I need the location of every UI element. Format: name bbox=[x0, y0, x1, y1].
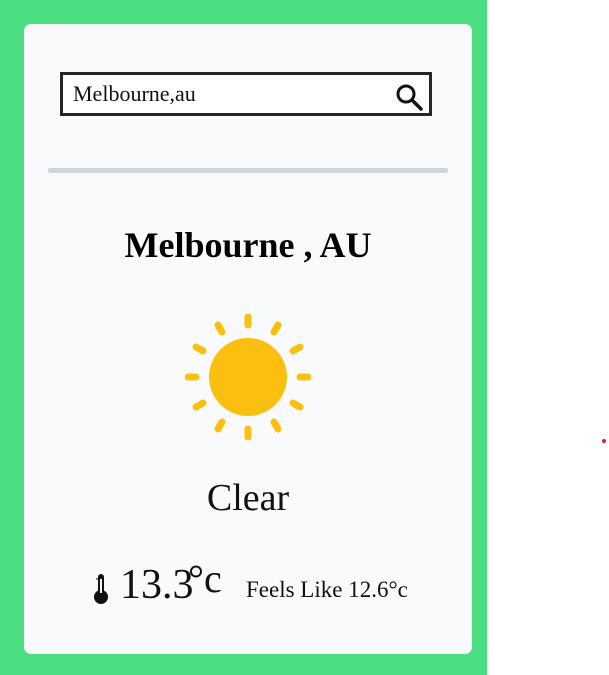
search-icon[interactable] bbox=[395, 83, 423, 111]
temperature-unit: °c bbox=[188, 556, 222, 601]
feels-like: Feels Like 12.6°c bbox=[246, 577, 408, 602]
search-bar bbox=[60, 72, 432, 116]
thermometer-icon bbox=[94, 574, 108, 604]
red-dot bbox=[602, 439, 606, 443]
temperature-value: 13.3 bbox=[120, 562, 194, 608]
app-background: Melbourne , AU Clear bbox=[0, 0, 487, 675]
temperature-row: 13.3 °c Feels Like 12.6°c bbox=[24, 556, 472, 619]
divider bbox=[48, 168, 448, 173]
search-input[interactable] bbox=[73, 75, 383, 113]
weather-card: Melbourne , AU Clear bbox=[24, 24, 472, 654]
weather-condition: Clear bbox=[206, 477, 290, 519]
city-name: Melbourne , AU bbox=[124, 225, 372, 265]
sun-icon bbox=[185, 314, 311, 440]
